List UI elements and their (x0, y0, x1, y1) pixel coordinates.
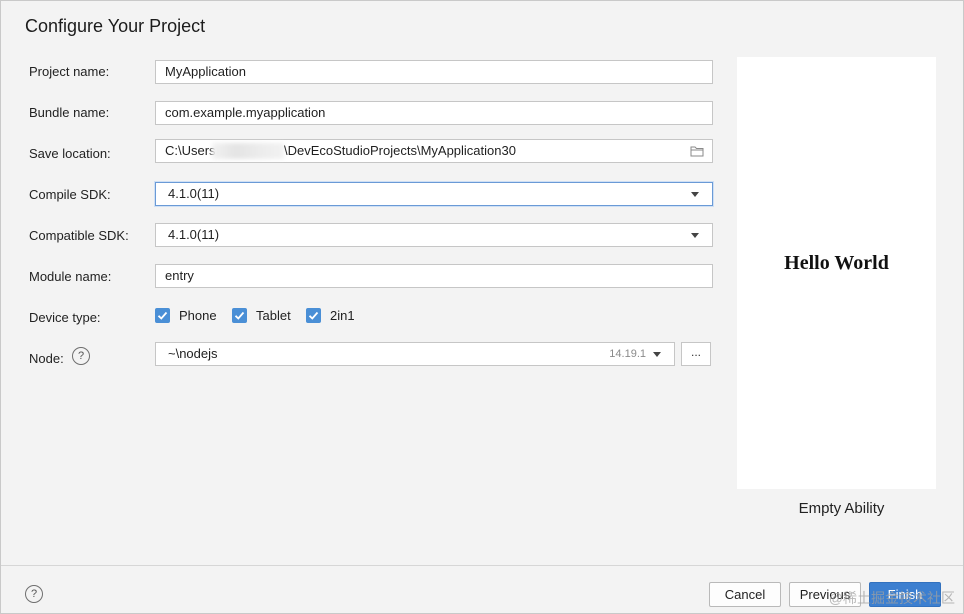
save-location-label: Save location: (29, 146, 111, 161)
device-type-label: Device type: (29, 310, 101, 325)
chevron-down-icon (653, 352, 661, 357)
device-type-2in1-checkbox[interactable]: 2in1 (306, 308, 355, 323)
bundle-name-input[interactable]: com.example.myapplication (155, 101, 713, 125)
project-name-value: MyApplication (165, 64, 246, 79)
dialog-title: Configure Your Project (25, 16, 206, 36)
node-version-badge: 14.19.1 (609, 348, 646, 360)
footer-divider (1, 565, 963, 566)
save-location-prefix: C:\Users (165, 143, 216, 158)
module-name-value: entry (165, 268, 194, 283)
dialog-window: Configure Your Project Project name: MyA… (0, 0, 964, 614)
project-name-input[interactable]: MyApplication (155, 60, 713, 84)
compatible-sdk-value: 4.1.0(11) (168, 227, 220, 242)
checkbox-checked-icon (155, 308, 170, 323)
preview-hello-text: Hello World (784, 252, 889, 274)
checkbox-checked-icon (306, 308, 321, 323)
project-name-label: Project name: (29, 64, 110, 79)
node-browse-button[interactable]: ... (681, 342, 711, 366)
save-location-suffix: \DevEcoStudioProjects\MyApplication30 (284, 143, 516, 158)
compile-sdk-select[interactable]: 4.1.0(11) (155, 182, 713, 206)
device-type-tablet-checkbox[interactable]: Tablet (232, 308, 291, 323)
tablet-label: Tablet (256, 308, 291, 323)
module-name-label: Module name: (29, 269, 112, 284)
template-caption: Empty Ability (798, 500, 885, 517)
help-icon[interactable]: ? (72, 347, 90, 365)
checkbox-checked-icon (232, 308, 247, 323)
cancel-button[interactable]: Cancel (709, 582, 781, 607)
folder-icon[interactable] (690, 145, 704, 157)
save-location-input[interactable]: C:\Users \DevEcoStudioProjects\MyApplica… (155, 139, 713, 163)
bundle-name-value: com.example.myapplication (165, 105, 326, 120)
compatible-sdk-select[interactable]: 4.1.0(11) (155, 223, 713, 247)
help-icon[interactable]: ? (25, 585, 43, 603)
bundle-name-label: Bundle name: (29, 105, 110, 120)
compile-sdk-value: 4.1.0(11) (168, 186, 220, 201)
module-name-input[interactable]: entry (155, 264, 713, 288)
phone-label: Phone (179, 308, 217, 323)
redacted-username (212, 143, 284, 159)
watermark: @稀土掘金技术社区 (828, 590, 955, 606)
chevron-down-icon (691, 233, 699, 238)
node-label: Node: (29, 351, 64, 366)
compile-sdk-label: Compile SDK: (29, 187, 111, 202)
device-type-phone-checkbox[interactable]: Phone (155, 308, 217, 323)
chevron-down-icon (691, 192, 699, 197)
2in1-label: 2in1 (330, 308, 355, 323)
node-select[interactable]: ~\nodejs 14.19.1 (155, 342, 675, 366)
compatible-sdk-label: Compatible SDK: (29, 228, 129, 243)
node-path-value: ~\nodejs (168, 346, 218, 361)
template-preview: Hello World (737, 57, 936, 489)
